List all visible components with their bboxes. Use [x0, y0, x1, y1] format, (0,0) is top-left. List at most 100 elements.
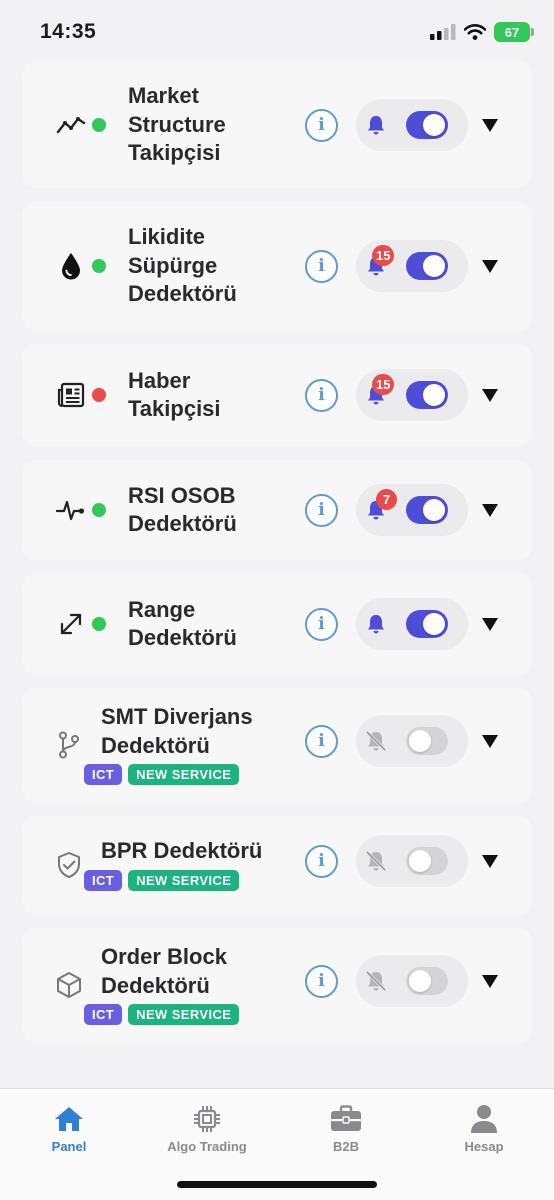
notification-control	[356, 955, 468, 1007]
service-title-line: Haber	[128, 367, 191, 393]
service-row: Likidite Süpürge Dedektörü i 15	[22, 202, 532, 330]
chevron-down-icon[interactable]	[481, 733, 499, 749]
service-title: BPR Dedektörü	[101, 837, 262, 866]
tab-label: B2B	[332, 1139, 359, 1154]
info-icon: i	[318, 115, 325, 135]
service-title-line: Likidite	[128, 224, 206, 250]
expand-arrows-icon	[56, 609, 86, 639]
service-title-line: Takipçisi	[128, 140, 221, 166]
service-toggle[interactable]	[406, 496, 448, 524]
pulse-icon	[56, 495, 86, 525]
service-title-line: Dedektörü	[101, 972, 210, 998]
service-title-line: SMT Diverjans	[101, 704, 253, 729]
service-title-line: Market	[128, 83, 199, 109]
toggle-knob	[409, 850, 431, 872]
bell-icon[interactable]	[364, 612, 388, 636]
shield-check-icon	[54, 850, 84, 880]
cellular-signal-icon	[430, 24, 456, 40]
service-title-line: Dedektörü	[101, 732, 210, 758]
info-button[interactable]: i	[305, 964, 338, 998]
info-button[interactable]: i	[305, 844, 338, 878]
chip-icon	[191, 1103, 223, 1135]
notification-count-badge: 15	[372, 374, 395, 395]
service-toggle[interactable]	[406, 847, 448, 875]
info-button[interactable]: i	[305, 249, 338, 283]
info-icon: i	[318, 731, 325, 751]
chevron-down-icon[interactable]	[481, 853, 499, 869]
info-icon: i	[318, 500, 325, 520]
status-indicators: 67	[430, 22, 534, 42]
service-tags: ICT NEW SERVICE	[84, 1004, 240, 1025]
person-icon	[468, 1103, 500, 1135]
battery-level: 67	[504, 24, 520, 40]
chevron-down-icon[interactable]	[481, 616, 499, 632]
status-time: 14:35	[40, 20, 97, 43]
service-toggle[interactable]	[406, 727, 448, 755]
home-indicator	[177, 1181, 377, 1188]
info-button[interactable]: i	[305, 493, 338, 527]
service-title: Order Block Dedektörü	[101, 943, 227, 1000]
notification-control: 15	[356, 240, 468, 292]
wifi-icon	[464, 24, 486, 40]
service-row: Market Structure Takipçisi i	[22, 62, 532, 188]
toggle-knob	[423, 384, 445, 406]
chevron-down-icon[interactable]	[481, 973, 499, 989]
chevron-down-icon[interactable]	[481, 387, 499, 403]
service-title: Range Dedektörü	[128, 596, 237, 653]
service-title-line: Dedektörü	[128, 281, 237, 307]
service-toggle[interactable]	[406, 381, 448, 409]
service-row: BPR Dedektörü ICT NEW SERVICE i	[22, 816, 532, 914]
briefcase-icon	[330, 1103, 362, 1135]
info-icon: i	[318, 971, 325, 991]
notification-count-badge: 15	[372, 245, 395, 266]
service-toggle[interactable]	[406, 610, 448, 638]
info-icon: i	[318, 256, 325, 276]
bell-off-icon[interactable]	[364, 729, 388, 753]
service-tags: ICT NEW SERVICE	[84, 764, 240, 785]
service-title-line: Süpürge	[128, 252, 218, 278]
service-title-line: Range	[128, 596, 196, 622]
service-title-line: Structure	[128, 111, 226, 137]
service-tags: ICT NEW SERVICE	[84, 869, 240, 891]
ict-tag: ICT	[84, 764, 123, 785]
info-button[interactable]: i	[305, 607, 338, 641]
chevron-down-icon[interactable]	[481, 258, 499, 274]
notification-control: 15	[356, 369, 468, 421]
service-row: Range Dedektörü i	[22, 574, 532, 674]
service-toggle[interactable]	[406, 252, 448, 280]
home-icon	[53, 1103, 85, 1135]
info-button[interactable]: i	[305, 724, 338, 758]
service-title-line: BPR Dedektörü	[101, 838, 263, 864]
info-button[interactable]: i	[305, 378, 338, 412]
tab-hesap[interactable]: Hesap	[424, 1103, 544, 1154]
bell-off-icon[interactable]	[364, 849, 388, 873]
service-toggle[interactable]	[406, 967, 448, 995]
tab-panel[interactable]: Panel	[9, 1103, 129, 1154]
status-dot	[92, 388, 106, 402]
service-row: Order Block Dedektörü ICT NEW SERVICE i	[22, 928, 532, 1042]
status-dot	[92, 259, 106, 273]
toggle-knob	[409, 730, 431, 752]
chevron-down-icon[interactable]	[481, 502, 499, 518]
tab-algo-trading[interactable]: Algo Trading	[147, 1103, 267, 1154]
info-button[interactable]: i	[305, 108, 338, 142]
battery-indicator: 67	[494, 22, 534, 42]
newspaper-icon	[56, 380, 86, 410]
git-branch-icon	[54, 730, 84, 760]
new-service-tag: NEW SERVICE	[128, 869, 240, 891]
bell-icon[interactable]	[364, 113, 388, 137]
notification-control	[356, 598, 468, 650]
service-title: Likidite Süpürge Dedektörü	[128, 223, 237, 309]
status-dot	[92, 503, 106, 517]
status-dot	[92, 118, 106, 132]
notification-control: 7	[356, 484, 468, 536]
bell-off-icon[interactable]	[364, 969, 388, 993]
screen: 14:35 67 Market Structure Takipçisi i Likidi…	[0, 0, 554, 1200]
status-bar: 14:35 67	[0, 0, 554, 62]
service-toggle[interactable]	[406, 111, 448, 139]
tab-label: Hesap	[464, 1139, 504, 1154]
status-dot	[92, 617, 106, 631]
chevron-down-icon[interactable]	[481, 117, 499, 133]
tab-b2b[interactable]: B2B	[286, 1103, 406, 1154]
notification-control	[356, 715, 468, 767]
